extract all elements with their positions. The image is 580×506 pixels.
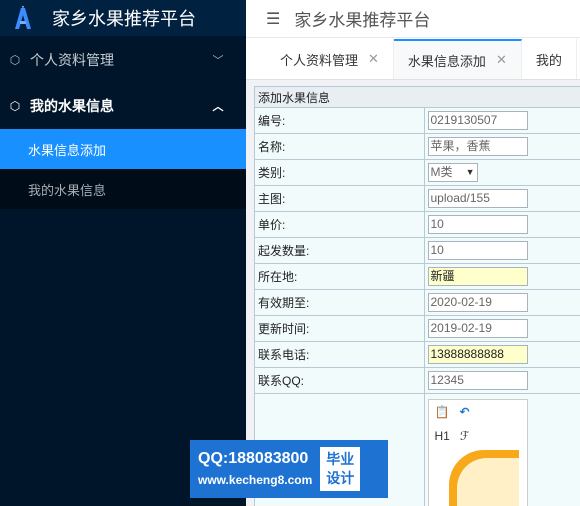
- orange-image: [448, 450, 519, 506]
- select-value: M类: [430, 165, 453, 179]
- form-row: 名称: 苹果，香蕉: [254, 133, 580, 160]
- form-row: 有效期至: 2020-02-19: [254, 289, 580, 316]
- sidebar-group-label: 我的水果信息: [30, 98, 114, 114]
- cube-icon: ⬡: [9, 53, 21, 67]
- badge-line: 设计: [326, 470, 355, 486]
- category-select[interactable]: M类 ▼: [427, 163, 478, 182]
- cube-icon: ⬡: [9, 99, 21, 113]
- field-label: 更新时间:: [254, 315, 425, 342]
- form-row: 类别: M类 ▼: [254, 159, 580, 186]
- watermark-banner: QQ:188083800 www.kecheng8.com 毕业 设计: [190, 440, 388, 498]
- form-row: 编号: 0219130507: [254, 107, 580, 134]
- form-row: 单价: 10: [254, 211, 580, 238]
- paste-icon[interactable]: 📋: [435, 405, 450, 419]
- field-label: 主图:: [254, 185, 425, 212]
- update-time-field[interactable]: 2019-02-19: [427, 319, 528, 338]
- sidebar-logo[interactable]: 家乡水果推荐平台: [0, 0, 246, 36]
- caret-down-icon: ▼: [465, 167, 475, 177]
- badge-line: 毕业: [326, 451, 355, 467]
- name-field[interactable]: 苹果，香蕉: [427, 137, 528, 156]
- form-row: 联系电话: 13888888888: [254, 341, 580, 368]
- tab-bar: 个人资料管理 ✕ 水果信息添加 ✕ 我的: [246, 38, 580, 80]
- tab-fruit-add[interactable]: 水果信息添加 ✕: [393, 39, 522, 79]
- editor-toolbar: 📋 ↶: [429, 400, 527, 424]
- heading-button[interactable]: H1: [435, 429, 450, 443]
- sidebar-submenu: 水果信息添加 我的水果信息: [0, 129, 246, 209]
- sidebar-group-profile[interactable]: ⬡ 个人资料管理 ﹀: [0, 37, 246, 83]
- field-label: 单价:: [254, 211, 425, 238]
- close-icon[interactable]: ✕: [368, 51, 379, 67]
- form-caption: 添加水果信息: [254, 86, 580, 108]
- form-row: 主图: upload/155: [254, 185, 580, 212]
- rich-text-editor[interactable]: 📋 ↶ H1 ℱ: [427, 399, 528, 506]
- watermark-badge: 毕业 设计: [320, 447, 361, 491]
- form-row: 所在地: 新疆: [254, 263, 580, 290]
- expiry-date-field[interactable]: 2020-02-19: [427, 293, 528, 312]
- sidebar-item-my-fruit[interactable]: 我的水果信息: [0, 169, 246, 209]
- editor-toolbar-row2: H1 ℱ: [429, 424, 527, 448]
- chevron-up-icon: ︿: [212, 101, 224, 113]
- field-label: 所在地:: [254, 263, 425, 290]
- field-label: 起发数量:: [254, 237, 425, 264]
- image-path-field[interactable]: upload/155: [427, 189, 528, 208]
- header-title: 家乡水果推荐平台: [294, 11, 431, 31]
- form-row: 联系QQ: 12345: [254, 367, 580, 394]
- font-button[interactable]: ℱ: [460, 429, 469, 443]
- app-title: 家乡水果推荐平台: [52, 9, 196, 30]
- watermark-url: www.kecheng8.com: [198, 473, 313, 487]
- form-row: 起发数量: 10: [254, 237, 580, 264]
- phone-field[interactable]: 13888888888: [427, 345, 528, 364]
- tab-label: 我的: [535, 52, 562, 68]
- field-label: 类别:: [254, 159, 425, 186]
- location-field[interactable]: 新疆: [427, 267, 528, 286]
- min-quantity-field[interactable]: 10: [427, 241, 528, 260]
- sidebar-group-label: 个人资料管理: [30, 52, 114, 68]
- logo-icon: [12, 6, 34, 30]
- field-label: 名称:: [254, 133, 425, 160]
- tab-label: 个人资料管理: [280, 52, 359, 68]
- app-root: 家乡水果推荐平台 ⬡ 个人资料管理 ﹀ ⬡ 我的水果信息 ︿ 水果信息添加 我的…: [0, 0, 580, 506]
- top-header: ☰ 家乡水果推荐平台: [246, 0, 580, 38]
- field-label: 有效期至:: [254, 289, 425, 316]
- sidebar: 家乡水果推荐平台 ⬡ 个人资料管理 ﹀ ⬡ 我的水果信息 ︿ 水果信息添加 我的…: [0, 0, 246, 506]
- id-field[interactable]: 0219130507: [427, 111, 528, 130]
- close-icon[interactable]: ✕: [496, 52, 507, 68]
- form-row: 更新时间: 2019-02-19: [254, 315, 580, 342]
- tab-label: 水果信息添加: [407, 53, 486, 69]
- field-label: 编号:: [254, 107, 425, 134]
- tab-my-fruit[interactable]: 我的: [522, 39, 577, 79]
- undo-icon[interactable]: ↶: [459, 405, 469, 419]
- sidebar-item-fruit-add[interactable]: 水果信息添加: [0, 129, 246, 169]
- field-label: 联系电话:: [254, 341, 425, 368]
- tab-profile[interactable]: 个人资料管理 ✕: [246, 39, 394, 79]
- field-label: 联系QQ:: [254, 367, 425, 394]
- qq-field[interactable]: 12345: [427, 371, 528, 390]
- sidebar-group-my-fruit[interactable]: ⬡ 我的水果信息 ︿: [0, 83, 246, 129]
- price-field[interactable]: 10: [427, 215, 528, 234]
- menu-toggle-icon[interactable]: ☰: [266, 9, 280, 29]
- chevron-down-icon: ﹀: [212, 55, 224, 67]
- watermark-qq: QQ:188083800: [198, 450, 309, 467]
